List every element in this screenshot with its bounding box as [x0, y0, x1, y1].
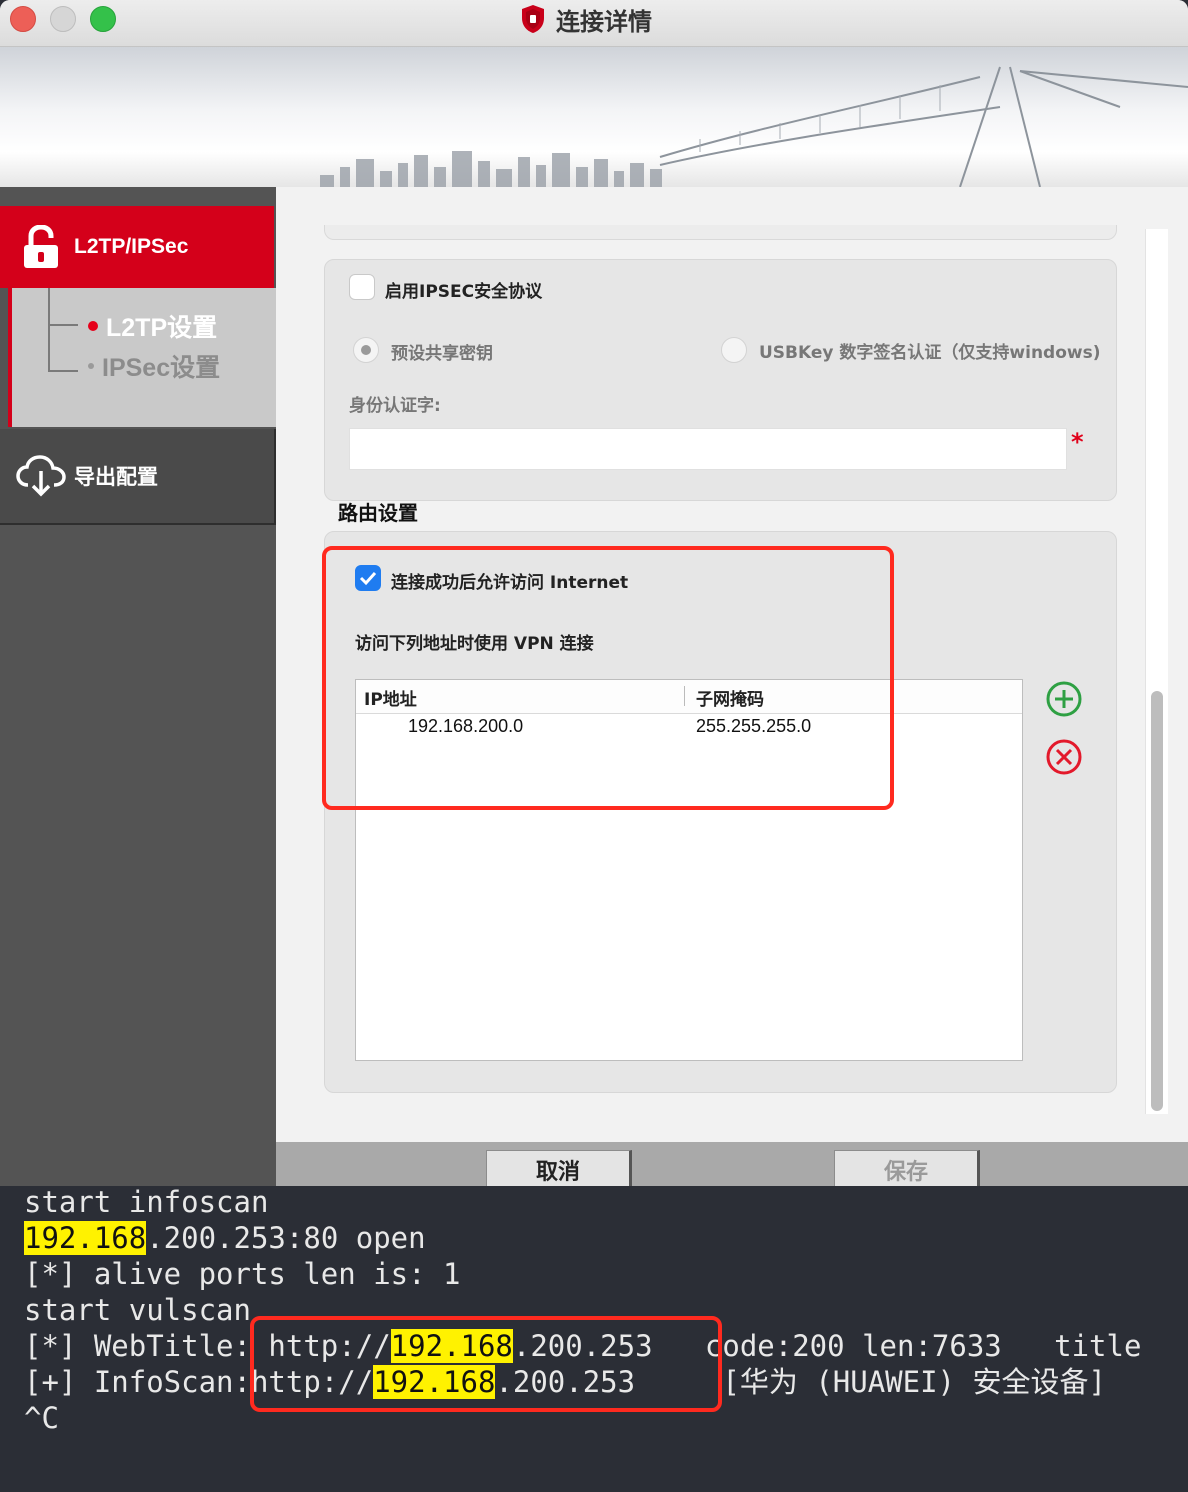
- tree-line: [48, 370, 78, 372]
- annotation-highlight-box: [250, 1316, 722, 1412]
- enable-ipsec-label: 启用IPSEC安全协议: [385, 282, 543, 302]
- close-window-button[interactable]: [10, 6, 36, 32]
- shield-logo-icon: [522, 5, 544, 33]
- tree-line: [48, 324, 78, 326]
- required-mark: *: [1071, 428, 1084, 456]
- window-title: 连接详情: [556, 7, 652, 36]
- annotation-highlight-box: [322, 546, 894, 810]
- plus-circle-icon[interactable]: [1045, 680, 1083, 718]
- identity-input[interactable]: [349, 428, 1067, 470]
- bridge-skyline-illustration: [320, 66, 1188, 187]
- terminal-line: ^C: [24, 1401, 59, 1435]
- subitem-label: L2TP设置: [106, 314, 218, 342]
- unlocked-padlock-icon: [24, 225, 58, 268]
- minimize-window-button[interactable]: [50, 6, 76, 32]
- dialog-footer: 取消 保存: [276, 1142, 1188, 1186]
- subitem-label: IPSec设置: [102, 354, 221, 382]
- sidebar-subitem-ipsec-settings[interactable]: IPSec设置: [88, 348, 220, 384]
- window-title-group: 连接详情: [520, 2, 652, 36]
- selected-dot-icon: [88, 321, 98, 331]
- terminal-line: start infoscan: [24, 1185, 269, 1219]
- maximize-window-button[interactable]: [90, 6, 116, 32]
- sidebar-item-export-config[interactable]: 导出配置: [0, 429, 276, 525]
- sidebar-item-label: 导出配置: [74, 465, 158, 489]
- sidebar-item-l2tp-ipsec[interactable]: L2TP/IPSec: [0, 206, 274, 288]
- terminal-output: start infoscan 192.168.200.253:80 open […: [0, 1185, 1188, 1446]
- x-circle-icon[interactable]: [1045, 738, 1083, 776]
- preshared-key-radio[interactable]: [353, 337, 379, 363]
- usbkey-label: USBKey 数字签名认证（仅支持windows): [759, 343, 1101, 363]
- preshared-key-label: 预设共享密钥: [391, 344, 493, 364]
- terminal-line: [*] alive ports len is: 1: [24, 1257, 461, 1291]
- sidebar-subitem-l2tp-settings[interactable]: L2TP设置: [88, 308, 217, 344]
- sidebar-subtree: L2TP设置 IPSec设置: [8, 288, 276, 427]
- cloud-download-icon: [16, 455, 66, 497]
- ip-highlight: 192.168: [24, 1221, 147, 1255]
- sidebar-item-label: L2TP/IPSec: [74, 235, 189, 258]
- previous-panel-edge: [324, 225, 1117, 240]
- tree-line: [48, 288, 50, 370]
- terminal-line: start vulscan: [24, 1293, 251, 1327]
- vertical-scrollbar[interactable]: [1145, 229, 1168, 1114]
- cancel-button[interactable]: 取消: [486, 1150, 632, 1186]
- ipsec-panel: 启用IPSEC安全协议 预设共享密钥 USBKey 数字签名认证（仅支持wind…: [324, 259, 1117, 501]
- terminal-text: .200.253:80 open: [146, 1221, 426, 1255]
- save-button[interactable]: 保存: [834, 1150, 980, 1186]
- bullet-dot-icon: [88, 363, 94, 369]
- routing-section-title: 路由设置: [338, 501, 418, 525]
- connection-details-window: 连接详情 L2TP/IPSec L2TP设置 IPSec设置 导出配置 启用IP…: [0, 0, 1188, 1186]
- terminal-line: 192.168.200.253:80 open: [24, 1220, 426, 1256]
- banner-image: [0, 47, 1188, 187]
- identity-label: 身份认证字:: [349, 396, 441, 416]
- enable-ipsec-checkbox[interactable]: [349, 274, 375, 300]
- sidebar: L2TP/IPSec L2TP设置 IPSec设置 导出配置: [0, 187, 276, 1186]
- title-bar: 连接详情: [0, 0, 1188, 47]
- usbkey-radio[interactable]: [721, 337, 747, 363]
- scrollbar-thumb[interactable]: [1151, 691, 1163, 1111]
